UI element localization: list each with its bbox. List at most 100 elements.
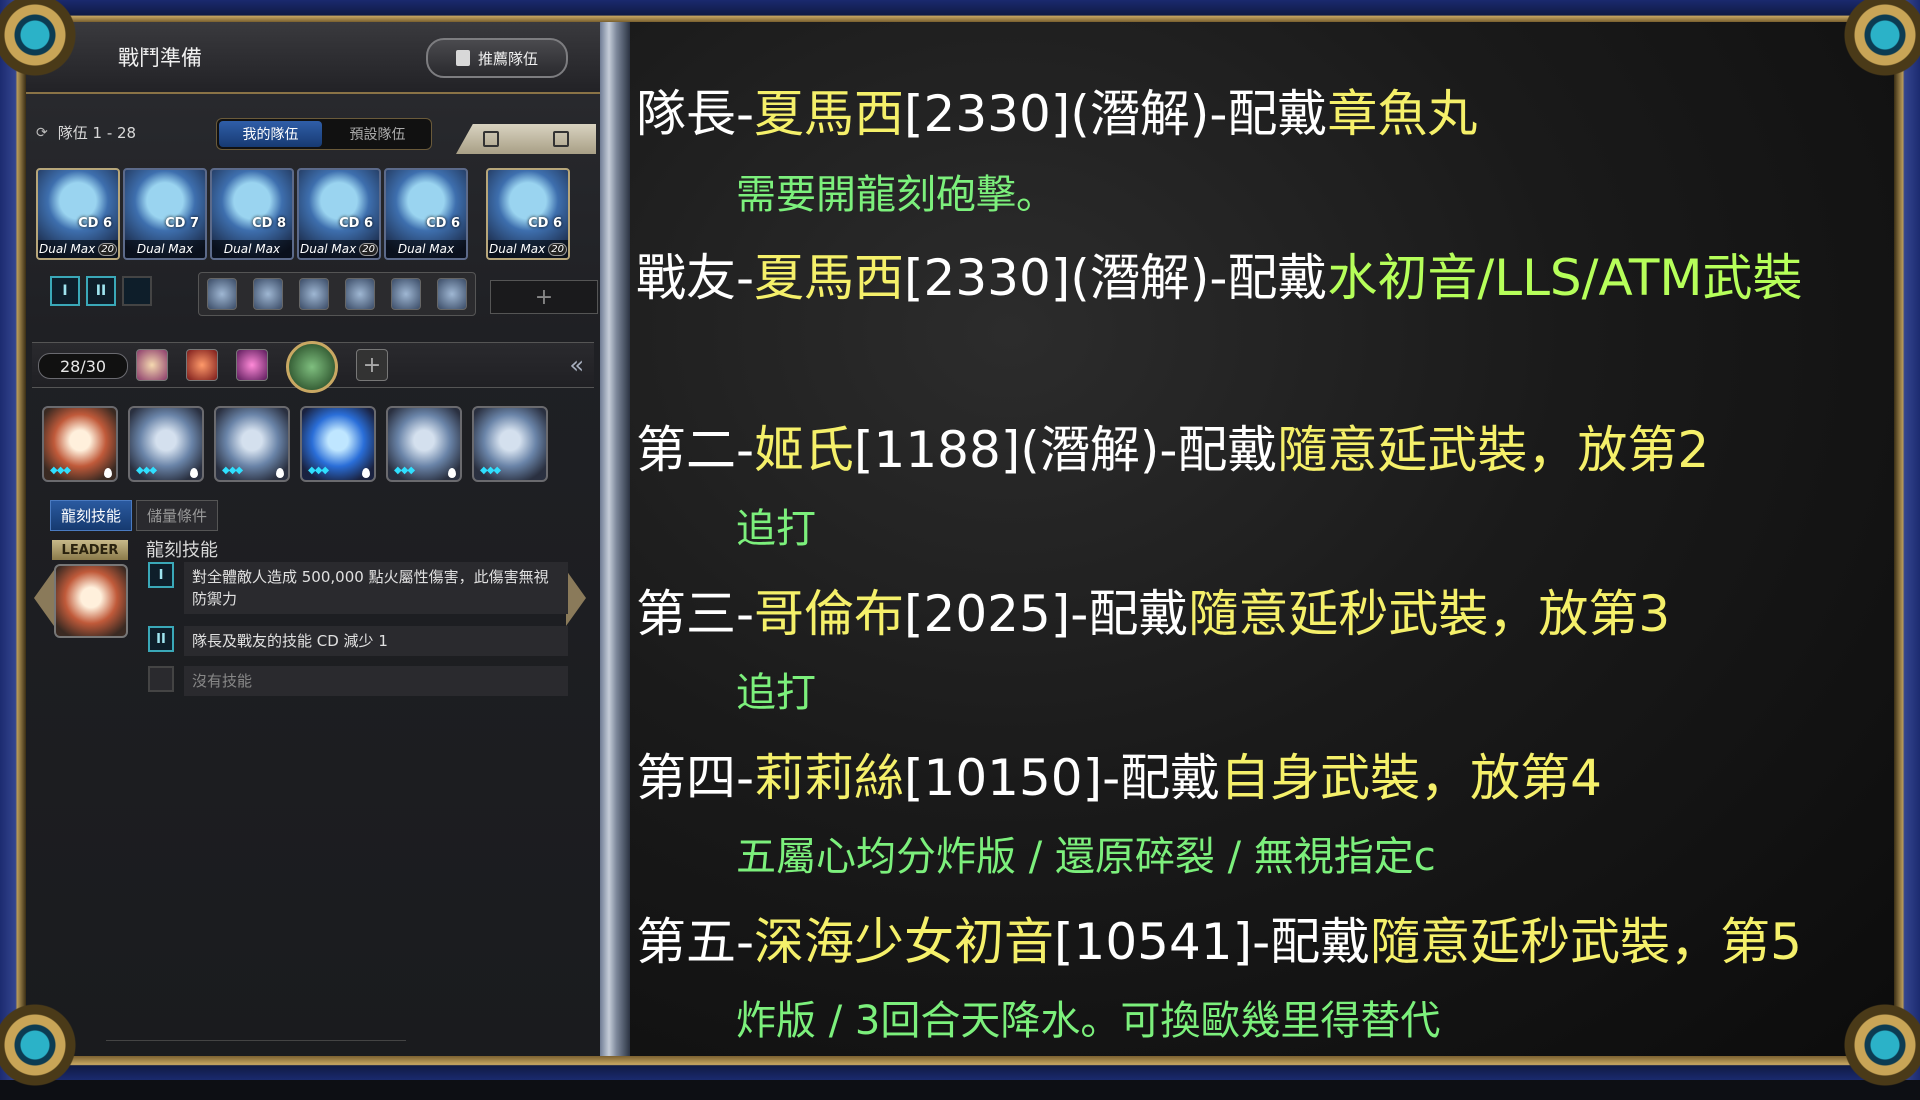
equip-thumb-icon[interactable] (207, 278, 237, 310)
skill-slot-2-button[interactable]: II (86, 276, 116, 306)
frame-corner-ornament (0, 0, 90, 90)
team-number: 隊伍 1 - 28 (57, 124, 137, 142)
guide-note-fourth: 五屬心均分炸版 / 還原碎裂 / 無視指定c (736, 834, 1436, 880)
tab-charge-condition[interactable]: 儲量條件 (136, 500, 219, 531)
guide-note-leader: 需要開龍刻砲擊。 (736, 172, 1056, 218)
recommend-team-label: 推薦隊伍 (477, 49, 538, 68)
skill-slot-1-button[interactable]: I (50, 276, 80, 306)
frame-corner-ornament (1830, 0, 1920, 90)
equip-thumb-icon[interactable] (345, 278, 375, 310)
roman-buttons: I II (50, 276, 152, 306)
team-skill-row: I II + (50, 272, 598, 318)
team-tabs: 我的隊伍 預設隊伍 (216, 118, 432, 150)
skill-line-3: 沒有技能 (148, 666, 568, 696)
guide-line-friend: 戰友-夏馬西[2330](潛解)-配戴水初音/LLS/ATM武裝 (636, 249, 1803, 307)
shield-icon[interactable] (186, 349, 218, 381)
guide-note-third: 追打 (736, 670, 816, 716)
arrow-left-icon[interactable] (34, 570, 54, 626)
card-cd: CD 6 (528, 216, 562, 231)
frame-corner-ornament (0, 990, 90, 1100)
card-cd: CD 6 (339, 216, 373, 231)
arrow-right-icon[interactable] (566, 570, 586, 626)
equip-slot[interactable]: ◆◆◆ (386, 406, 462, 482)
recommend-team-button[interactable]: 推薦隊伍 (426, 38, 568, 78)
tab-preset-team[interactable]: 預設隊伍 (326, 121, 429, 147)
dragon-emblem-icon[interactable] (286, 341, 338, 393)
leader-equip-icon (54, 564, 128, 638)
energy-icons: + (136, 341, 388, 393)
guide-line-leader: 隊長-夏馬西[2330](潛解)-配戴章魚丸 (636, 85, 1478, 143)
frame-divider (600, 22, 630, 1056)
energy-count: 28/30 (38, 353, 128, 379)
card-cd: CD 6 (426, 216, 460, 231)
equip-thumb-icon[interactable] (437, 278, 467, 310)
equip-slot[interactable]: ◆◆◆ (128, 406, 204, 482)
skill-tabs: 龍刻技能 儲量條件 (50, 500, 219, 531)
plus-icon[interactable]: + (356, 349, 388, 381)
guide-note-second: 追打 (736, 506, 816, 552)
card-member-5[interactable]: CD 6 Dual Max (384, 168, 468, 260)
card-max: Dual Max (386, 240, 466, 258)
copy-icon[interactable] (483, 131, 499, 147)
leader-badge: LEADER (52, 540, 128, 560)
skill-text: 沒有技能 (184, 666, 568, 696)
battle-prep-panel: 戰鬥準備 推薦隊伍 ⟳ 隊伍 1 - 28 我的隊伍 預設隊伍 CD 6 Dua… (26, 22, 600, 1056)
energy-bar: 28/30 + « (32, 341, 594, 393)
double-chevron-left-icon[interactable]: « (569, 351, 584, 379)
equip-slot[interactable]: ◆◆◆ (214, 406, 290, 482)
frame-top (0, 0, 1920, 22)
skill-line-1: I 對全體敵人造成 500,000 點火屬性傷害，此傷害無視防禦力 (148, 562, 568, 614)
document-icon (455, 50, 470, 66)
clear-icon[interactable] (553, 131, 569, 147)
mini-equip-bar (198, 272, 476, 316)
card-leader[interactable]: CD 6 Dual Max 20 (36, 168, 120, 260)
skill-number: II (148, 626, 174, 652)
equip-slot[interactable]: ◆◆◆ (300, 406, 376, 482)
refresh-icon[interactable]: ⟳ (36, 125, 48, 141)
skill-slot-3-button[interactable] (122, 276, 152, 306)
add-slot-button[interactable]: + (490, 280, 598, 314)
gem-icon[interactable] (136, 349, 168, 381)
equipment-row: ◆◆◆ ◆◆◆ ◆◆◆ ◆◆◆ ◆◆◆ ◆◆◆ (42, 406, 592, 506)
tab-dragon-skill[interactable]: 龍刻技能 (50, 500, 133, 531)
team-cards: CD 6 Dual Max 20 CD 7 Dual Max CD 8 Dual … (36, 168, 596, 264)
guide-line-fourth: 第四-莉莉絲[10150]-配戴自身武裝，放第4 (636, 749, 1602, 807)
card-friend[interactable]: CD 6 Dual Max 20 (486, 168, 570, 260)
guide-line-third: 第三-哥倫布[2025]-配戴隨意延秒武裝，放第3 (636, 585, 1671, 643)
frame-bottom (0, 1056, 1920, 1080)
card-max: Dual Max 20 (299, 240, 379, 258)
card-max: Dual Max 20 (488, 240, 568, 258)
frame-corner-ornament (1830, 990, 1920, 1100)
guide-note-fifth: 炸版 / 3回合天降水。可換歐幾里得替代 (736, 998, 1441, 1044)
frame-left (0, 0, 26, 1080)
feather-icon[interactable] (236, 349, 268, 381)
page-title: 戰鬥準備 (118, 46, 202, 70)
skill-section-title: 龍刻技能 (146, 540, 218, 561)
card-cd: CD 7 (165, 216, 199, 231)
skill-line-2: II 隊長及戰友的技能 CD 減少 1 (148, 626, 568, 656)
skill-text: 隊長及戰友的技能 CD 減少 1 (184, 626, 568, 656)
panel-header: 戰鬥準備 推薦隊伍 (26, 22, 600, 94)
card-member-4[interactable]: CD 6 Dual Max 20 (297, 168, 381, 260)
skill-number: I (148, 562, 174, 588)
equip-thumb-icon[interactable] (299, 278, 329, 310)
equip-slot[interactable]: ◆◆◆ (472, 406, 548, 482)
team-label: ⟳ 隊伍 1 - 28 (36, 122, 136, 143)
card-cd: CD 8 (252, 216, 286, 231)
card-max: Dual Max 20 (38, 240, 118, 258)
equip-thumb-icon[interactable] (253, 278, 283, 310)
guide-line-second: 第二-姬氏[1188](潛解)-配戴隨意延武裝，放第2 (636, 421, 1710, 479)
frame-right (1894, 0, 1920, 1080)
card-member-3[interactable]: CD 8 Dual Max (210, 168, 294, 260)
equip-thumb-icon[interactable] (391, 278, 421, 310)
guide-panel: 隊長-夏馬西[2330](潛解)-配戴章魚丸 需要開龍刻砲擊。 戰友-夏馬西[2… (630, 22, 1894, 1056)
team-tools (456, 124, 596, 154)
guide-line-fifth: 第五-深海少女初音[10541]-配戴隨意延秒武裝，第5 (636, 913, 1802, 971)
card-max: Dual Max (212, 240, 292, 258)
card-member-2[interactable]: CD 7 Dual Max (123, 168, 207, 260)
card-max: Dual Max (125, 240, 205, 258)
skill-number (148, 666, 174, 692)
bottom-divider (106, 1040, 406, 1057)
tab-my-team[interactable]: 我的隊伍 (219, 121, 322, 147)
equip-slot[interactable]: ◆◆◆ (42, 406, 118, 482)
